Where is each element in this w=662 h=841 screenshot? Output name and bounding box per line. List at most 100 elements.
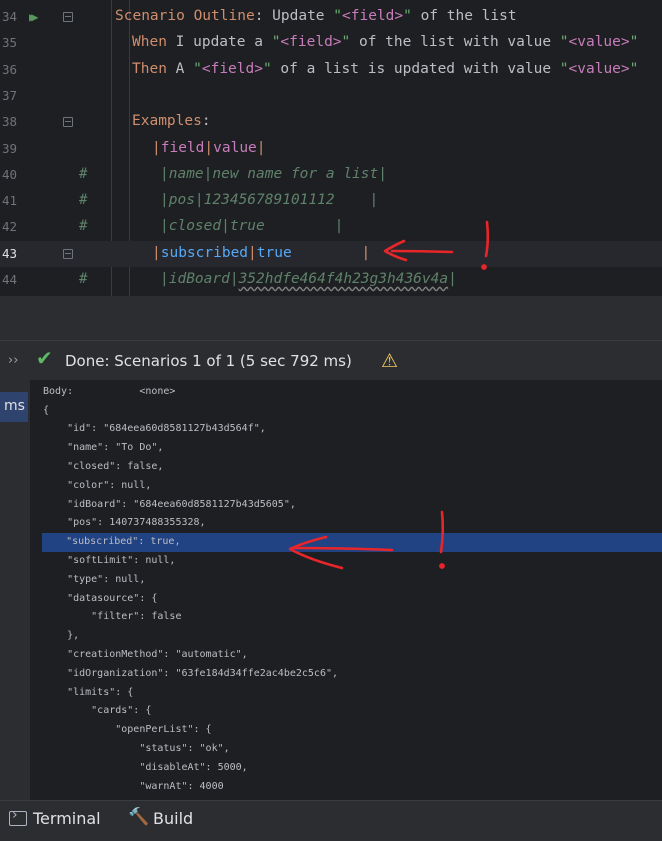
code-token: |idBoard| xyxy=(160,271,239,287)
code-token: field xyxy=(160,139,205,156)
console-line: "idOrganization": "63fe184d34ffe2ac4be2c… xyxy=(43,667,339,679)
bottom-toolbar: Terminal 🔨 Build xyxy=(0,800,662,841)
fold-icon[interactable] xyxy=(63,248,73,259)
console-line: "cards": { xyxy=(43,705,152,717)
code-token: A xyxy=(166,60,194,77)
code-line[interactable]: 34 ▶▶ Scenario Outline: Update "<field>" o… xyxy=(0,4,662,30)
console-line: "name": "To Do", xyxy=(43,442,164,454)
console-line: "limits": { xyxy=(43,686,134,698)
code-line[interactable]: 42 # |closed|true | xyxy=(0,214,662,240)
run-icon[interactable]: ▶▶ xyxy=(29,10,39,24)
console-line-selected: "subscribed": true, xyxy=(42,533,662,552)
line-number: 40 xyxy=(2,166,18,182)
line-number: 44 xyxy=(2,272,18,287)
console-line: "datasource": { xyxy=(43,592,158,604)
console-line: "pos": 140737488355328, xyxy=(43,517,206,529)
console-line: "filter": false xyxy=(43,611,182,623)
code-token: When xyxy=(132,34,167,51)
code-token: | xyxy=(448,271,457,287)
console-line: "creationMethod": "automatic", xyxy=(43,649,248,660)
code-line[interactable]: 38 Examples: xyxy=(0,109,662,135)
code-line[interactable]: 35 When I update a "<field>" of the list … xyxy=(0,30,662,56)
code-token: " xyxy=(403,8,412,24)
terminal-icon xyxy=(9,807,27,826)
build-tab-label: Build xyxy=(153,809,194,828)
line-number: 41 xyxy=(2,193,18,209)
code-line[interactable]: 44 # |idBoard|352hdfe464f4h23g3h436v4a| xyxy=(0,267,662,293)
code-token: <value> xyxy=(568,60,630,77)
comment-marker-icon: # xyxy=(79,271,88,287)
code-line[interactable]: 43 |subscribed|true | xyxy=(0,240,662,267)
code-token: of a list is updated with value xyxy=(271,60,560,77)
code-line[interactable]: 39 |field|value| xyxy=(0,136,662,162)
code-token: |name|new name for a list| xyxy=(160,165,387,182)
code-token: " xyxy=(341,34,351,51)
code-line[interactable]: 37 xyxy=(0,83,662,109)
console-line: "warnAt": 4000 xyxy=(43,780,224,792)
code-token: <value> xyxy=(568,34,630,51)
code-token: " xyxy=(559,34,569,51)
code-token: I update a xyxy=(166,34,272,51)
code-token: " xyxy=(629,60,639,77)
code-token: value xyxy=(213,139,257,156)
console-output[interactable]: Multiparts: <none>Body: <none>{ "id": "6… xyxy=(30,380,662,800)
expand-icon[interactable]: ›› xyxy=(8,353,18,368)
code-token: |pos|123456789101112 | xyxy=(160,192,379,209)
code-token: " xyxy=(629,34,639,51)
test-tree-item[interactable]: ms xyxy=(0,392,28,422)
code-token: | xyxy=(204,139,214,156)
code-text: Then A "<field>" of a list is updated wi… xyxy=(132,61,638,77)
code-token: : xyxy=(201,113,211,130)
line-number: 39 xyxy=(2,140,18,156)
code-token: " xyxy=(262,60,272,77)
code-token: Examples xyxy=(132,113,202,130)
line-number: 36 xyxy=(2,61,18,77)
code-token: <field> xyxy=(342,8,404,24)
code-token: Then xyxy=(132,60,167,77)
code-token: of the list with value xyxy=(350,34,560,51)
console-line: "idBoard": "684eea60d8581127b43d5605", xyxy=(43,498,296,510)
code-token: true xyxy=(256,244,292,261)
console-line: "id": "684eea60d8581127b43d564f", xyxy=(43,423,266,435)
code-text: |name|new name for a list| xyxy=(160,166,387,182)
code-token: subscribed xyxy=(160,244,249,261)
line-number: 42 xyxy=(2,219,18,235)
code-line[interactable]: 36 Then A "<field>" of a list is updated … xyxy=(0,57,662,83)
code-token: " xyxy=(193,60,202,77)
code-editor[interactable]: 34 ▶▶ Scenario Outline: Update "<field>" o… xyxy=(0,0,662,296)
console-line: "softLimit": null, xyxy=(43,555,176,566)
code-text: |pos|123456789101112 | xyxy=(160,192,378,208)
code-token: | xyxy=(152,244,161,261)
fold-icon[interactable] xyxy=(63,12,73,22)
code-text: |idBoard|352hdfe464f4h23g3h436v4a| xyxy=(160,271,457,287)
line-number: 35 xyxy=(2,35,18,51)
code-token: <field> xyxy=(201,60,263,77)
fold-icon[interactable] xyxy=(63,117,73,128)
code-token: " xyxy=(333,8,342,24)
console-line: "color": null, xyxy=(43,479,152,491)
console-line: { xyxy=(43,404,50,416)
code-text: When I update a "<field>" of the list wi… xyxy=(132,34,638,50)
warning-icon[interactable]: ⚠ xyxy=(381,350,398,372)
run-toolbar: ›› ✔ Done: Scenarios 1 of 1 (5 sec 792 m… xyxy=(0,340,662,381)
code-line[interactable]: 41 # |pos|123456789101112 | xyxy=(0,188,662,214)
console-line: }, xyxy=(43,630,80,642)
code-text: |subscribed|true | xyxy=(152,245,370,261)
code-token: " xyxy=(559,60,569,77)
line-number: 43 xyxy=(2,245,18,261)
console-line: Body: <none> xyxy=(43,385,176,397)
code-line[interactable]: 40 # |name|new name for a list| xyxy=(0,162,662,188)
console-line: "openPerList": { xyxy=(43,724,212,736)
console-line: "status": "ok", xyxy=(43,743,230,754)
code-token: | xyxy=(361,244,371,261)
code-token: : Update xyxy=(254,8,334,24)
console-line: "closed": false, xyxy=(43,461,164,472)
console-line: "disableAt": 5000, xyxy=(43,761,248,773)
code-text: Scenario Outline: Update "<field>" of th… xyxy=(115,8,517,24)
code-token: | xyxy=(152,139,161,156)
line-number: 37 xyxy=(2,87,18,103)
comment-marker-icon: # xyxy=(79,192,88,209)
run-status-text: Done: Scenarios 1 of 1 (5 sec 792 ms) xyxy=(65,352,352,370)
code-token: | xyxy=(256,139,266,156)
